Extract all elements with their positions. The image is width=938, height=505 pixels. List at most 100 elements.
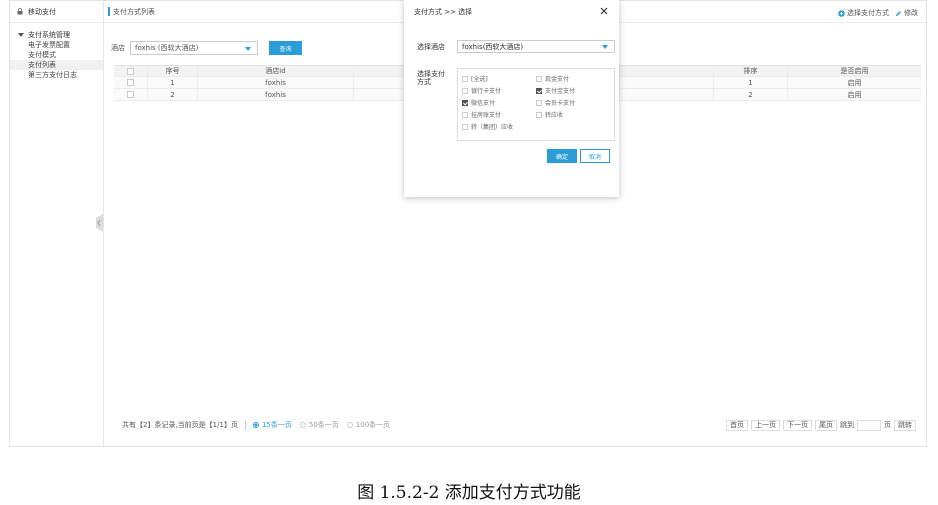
row-checkbox-cell <box>114 89 148 100</box>
option-label: 会员卡支付 <box>545 100 576 107</box>
per-page-50-radio[interactable]: 50条一页 <box>299 420 339 430</box>
divider <box>244 420 246 430</box>
hotel-select-row: 选择酒店 <box>417 43 447 51</box>
edit-button[interactable]: 修改 <box>895 8 918 18</box>
next-page-button[interactable]: 下一页 <box>783 419 812 431</box>
last-page-button[interactable]: 尾页 <box>815 419 837 431</box>
option-label: [全选] <box>471 76 488 83</box>
option-room-account[interactable]: 挂房账支付 <box>462 110 501 119</box>
per-page-15-radio[interactable]: 15条一页 <box>252 420 292 430</box>
row-hotel-id: foxhis <box>198 77 354 88</box>
page-unit-label: 页 <box>884 421 891 429</box>
radio-dot <box>346 422 353 428</box>
row-no: 1 <box>148 77 198 88</box>
option-label: 支付宝支付 <box>545 88 576 95</box>
payment-method-label: 选择支付方式 <box>417 70 445 86</box>
page-number-input[interactable] <box>857 419 881 431</box>
select-payment-method-button[interactable]: 选择支付方式 <box>838 8 889 18</box>
row-checkbox-cell <box>114 77 148 88</box>
prev-page-button[interactable]: 上一页 <box>751 419 780 431</box>
select-payment-method-label: 选择支付方式 <box>847 9 889 17</box>
title-accent-bar <box>108 7 110 16</box>
payment-method-options: [全选] 现金支付 银行卡支付 支付宝支付 微信支付 会员卡支付 挂房账支付 转… <box>457 68 615 141</box>
close-icon[interactable] <box>599 6 609 16</box>
checkbox[interactable] <box>462 111 468 118</box>
header-sort: 排序 <box>714 66 788 76</box>
confirm-button[interactable]: 确定 <box>547 149 577 163</box>
option-label: 银行卡支付 <box>471 88 502 95</box>
hotel-filter-select[interactable]: foxhis (西软大酒店) <box>130 41 258 55</box>
sidebar: 移动支付 支付系统管理 电子发票配置 支付模式 支付列表 第三方支付日志 <box>10 1 104 446</box>
option-receivable[interactable]: 转应收 <box>536 110 563 119</box>
dialog-actions: 确定 取消 <box>547 149 610 163</box>
header-checkbox-cell <box>114 66 148 76</box>
option-member-card[interactable]: 会员卡支付 <box>536 98 575 107</box>
sidebar-group-label: 支付系统管理 <box>28 31 70 39</box>
caret-down-icon <box>18 33 24 37</box>
row-no: 2 <box>148 89 198 100</box>
header-no: 序号 <box>148 66 198 76</box>
radio-dot <box>299 422 306 428</box>
dialog-hotel-select[interactable]: foxhis(西软大酒店) <box>457 40 615 53</box>
sidebar-item-payment-mode[interactable]: 支付模式 <box>10 50 103 60</box>
sidebar-item-third-party-log[interactable]: 第三方支付日志 <box>10 70 103 80</box>
per-page-50-label: 50条一页 <box>308 421 339 429</box>
filter-bar: 酒店 foxhis (西软大酒店) 查询 <box>111 41 302 55</box>
pencil-icon <box>896 10 901 16</box>
per-page-15-label: 15条一页 <box>261 421 292 429</box>
hotel-filter-label: 酒店 <box>111 44 125 52</box>
select-all-checkbox[interactable] <box>127 67 134 75</box>
hotel-select-label: 选择酒店 <box>417 43 445 51</box>
figure-caption: 图 1.5.2-2 添加支付方式功能 <box>357 483 581 503</box>
option-alipay[interactable]: 支付宝支付 <box>536 86 575 95</box>
payment-method-row: 选择支付方式 <box>417 70 447 86</box>
sidebar-group-payment-system[interactable]: 支付系统管理 <box>10 30 103 40</box>
cancel-button[interactable]: 取消 <box>580 149 610 163</box>
page-title: 支付方式列表 <box>113 7 155 16</box>
page-navigation: 首页 上一页 下一页 尾页 跳到 页 跳转 <box>726 419 916 431</box>
option-bank-card[interactable]: 银行卡支付 <box>462 86 501 95</box>
option-label: 现金支付 <box>545 76 570 83</box>
checkbox[interactable] <box>536 99 542 106</box>
plus-circle-icon <box>838 9 845 17</box>
row-enabled: 启用 <box>847 78 862 87</box>
option-select-all[interactable]: [全选] <box>462 74 488 83</box>
select-payment-dialog: 支付方式 >> 选择 选择酒店 foxhis(西软大酒店) 选择支付方式 [全选… <box>404 0 619 197</box>
checkbox[interactable] <box>462 87 468 94</box>
option-group-receivable[interactable]: 转（集团）应收 <box>462 122 513 131</box>
first-page-button[interactable]: 首页 <box>726 419 748 431</box>
query-button[interactable]: 查询 <box>269 41 302 55</box>
dialog-hotel-value: foxhis(西软大酒店) <box>462 42 524 51</box>
checkbox[interactable] <box>536 75 542 82</box>
hotel-filter-value: foxhis (西软大酒店) <box>135 44 199 52</box>
option-label: 挂房账支付 <box>471 112 502 119</box>
option-cash[interactable]: 现金支付 <box>536 74 569 83</box>
edit-label: 修改 <box>904 9 918 17</box>
checkbox[interactable] <box>462 75 468 82</box>
caret-down-icon <box>245 47 251 51</box>
option-wechat[interactable]: 微信支付 <box>462 98 495 107</box>
checkbox[interactable] <box>536 111 542 118</box>
sidebar-item-e-invoice-config[interactable]: 电子发票配置 <box>10 40 103 50</box>
per-page-100-label: 100条一页 <box>355 421 391 429</box>
lock-icon <box>17 8 23 15</box>
row-checkbox[interactable] <box>127 91 134 98</box>
checkbox-checked[interactable] <box>462 99 468 106</box>
row-sort: 2 <box>714 89 788 100</box>
dialog-header: 支付方式 >> 选择 <box>404 0 619 24</box>
checkbox[interactable] <box>462 123 468 130</box>
option-label: 微信支付 <box>471 100 496 107</box>
checkbox-checked[interactable] <box>536 87 542 94</box>
header-enabled: 是否启用 <box>840 67 869 75</box>
collapse-sidebar-icon[interactable] <box>94 214 103 232</box>
sidebar-header-label: 移动支付 <box>28 7 56 16</box>
header-hotel-id: 酒店id <box>198 66 354 76</box>
record-count-info: 共有【2】条记录,当前页是【1/1】页 <box>122 421 238 429</box>
go-button[interactable]: 跳转 <box>894 419 916 431</box>
row-hotel-id: foxhis <box>198 89 354 100</box>
per-page-100-radio[interactable]: 100条一页 <box>346 420 391 430</box>
header-actions: 选择支付方式 修改 <box>838 8 918 18</box>
row-checkbox[interactable] <box>127 79 134 86</box>
sidebar-item-payment-list[interactable]: 支付列表 <box>10 60 103 70</box>
caret-down-icon <box>602 45 608 49</box>
